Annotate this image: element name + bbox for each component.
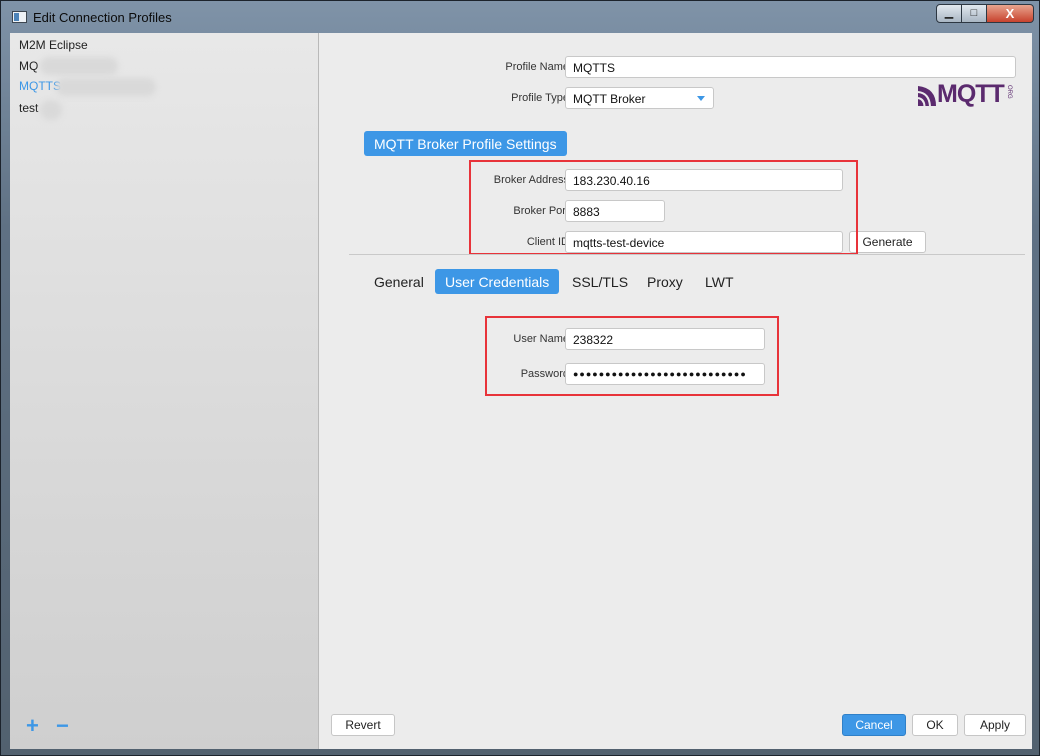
cancel-button[interactable]: Cancel xyxy=(842,714,906,736)
tab-general[interactable]: General xyxy=(364,269,434,294)
apply-button[interactable]: Apply xyxy=(964,714,1026,736)
revert-button[interactable]: Revert xyxy=(331,714,395,736)
tab-user-credentials[interactable]: User Credentials xyxy=(435,269,560,294)
profile-name-field[interactable]: MQTTS xyxy=(565,56,1016,78)
profile-type-dropdown[interactable]: MQTT Broker xyxy=(565,87,714,109)
profile-list-item-m2m-eclipse[interactable]: M2M Eclipse xyxy=(19,38,88,52)
broker-settings-section-title: MQTT Broker Profile Settings xyxy=(364,131,567,156)
profile-type-value: MQTT Broker xyxy=(573,92,646,106)
mqtt-logo-mark-icon xyxy=(917,86,936,107)
add-profile-button[interactable]: + xyxy=(26,715,39,737)
close-button[interactable]: X xyxy=(987,4,1034,23)
maximize-button[interactable]: □ xyxy=(962,4,987,23)
tab-lwt[interactable]: LWT xyxy=(695,269,744,294)
mqtt-logo: MQTT ORG xyxy=(916,80,1016,109)
window-controls: ▁ □ X xyxy=(936,4,1034,23)
title-bar[interactable]: Edit Connection Profiles ▁ □ X xyxy=(1,1,1039,33)
mqtt-logo-text: MQTT xyxy=(937,80,1005,108)
app-window-icon xyxy=(12,11,27,23)
redaction-blur xyxy=(40,100,62,120)
profile-list-sidebar: M2M Eclipse MQ MQTTS test + − xyxy=(10,33,319,749)
profile-list-item-mq[interactable]: MQ xyxy=(19,59,38,73)
remove-profile-button[interactable]: − xyxy=(56,715,69,737)
ok-button[interactable]: OK xyxy=(912,714,958,736)
window-title: Edit Connection Profiles xyxy=(33,10,172,25)
generate-client-id-button[interactable]: Generate xyxy=(849,231,926,253)
credentials-fields-highlight-box xyxy=(485,316,779,396)
chevron-down-icon xyxy=(697,96,705,101)
dialog-client-area: M2M Eclipse MQ MQTTS test + − Profile Na… xyxy=(10,33,1032,749)
tab-proxy[interactable]: Proxy xyxy=(637,269,693,294)
mqtt-logo-tag: ORG xyxy=(1006,85,1012,99)
profile-name-label: Profile Name xyxy=(505,61,569,73)
section-divider xyxy=(349,254,1025,255)
profile-list-item-test[interactable]: test xyxy=(19,101,38,115)
tab-ssl-tls[interactable]: SSL/TLS xyxy=(562,269,638,294)
profile-type-label: Profile Type xyxy=(511,92,569,104)
broker-fields-highlight-box xyxy=(469,160,858,255)
redaction-blur xyxy=(56,78,156,96)
profile-list-item-mqtts[interactable]: MQTTS xyxy=(19,79,61,93)
redaction-blur xyxy=(40,57,118,75)
edit-connection-profiles-window: Edit Connection Profiles ▁ □ X M2M Eclip… xyxy=(0,0,1040,756)
profile-settings-panel: Profile Name MQTTS Profile Type MQTT Bro… xyxy=(320,33,1032,749)
minimize-button[interactable]: ▁ xyxy=(936,4,962,23)
